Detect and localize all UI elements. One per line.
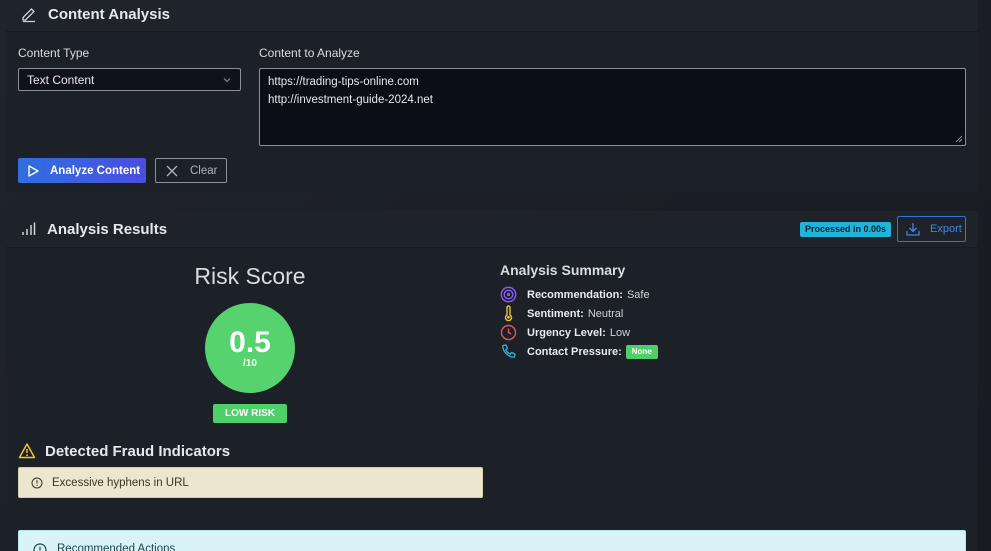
- edit-pencil-icon: [20, 6, 38, 24]
- analysis-results-title: Analysis Results: [47, 220, 168, 238]
- analyze-content-label: Analyze Content: [50, 164, 141, 177]
- close-icon: [165, 164, 179, 178]
- risk-score-circle: 0.5 /10: [205, 303, 295, 393]
- summary-sentiment: Sentiment: Neutral: [500, 305, 623, 322]
- contact-pressure-label: Contact Pressure:: [527, 345, 622, 358]
- fraud-indicators-title: Detected Fraud Indicators: [18, 442, 230, 460]
- clock-icon: [500, 324, 517, 341]
- clear-button[interactable]: Clear: [155, 158, 227, 183]
- analysis-results-card: Analysis Results Processed in 0.00s Expo…: [6, 211, 978, 551]
- export-label: Export: [930, 223, 962, 235]
- target-icon: [500, 286, 517, 303]
- contact-pressure-badge: None: [625, 344, 658, 359]
- phone-icon: [500, 343, 517, 360]
- risk-score-value: 0.5: [229, 325, 271, 359]
- risk-score-max: /10: [243, 357, 257, 369]
- urgency-label: Urgency Level:: [527, 326, 606, 339]
- download-icon: [905, 221, 921, 237]
- summary-urgency: Urgency Level: Low: [500, 324, 630, 341]
- sentiment-value: Neutral: [587, 307, 624, 320]
- content-textarea[interactable]: https://trading-tips-online.com http://i…: [259, 68, 966, 146]
- recommendation-value: Safe: [626, 288, 650, 301]
- recommended-actions-title: Recommended Actions: [57, 543, 176, 551]
- sentiment-label: Sentiment:: [527, 307, 584, 320]
- chevron-down-icon: [222, 75, 232, 85]
- thermometer-icon: [500, 305, 517, 322]
- content-line: http://investment-guide-2024.net: [268, 94, 433, 106]
- content-analysis-title: Content Analysis: [48, 6, 170, 23]
- bar-chart-icon: [20, 221, 36, 237]
- processed-time-badge: Processed in 0.00s: [800, 222, 892, 237]
- content-analysis-card: Content Analysis Content Type Text Conte…: [6, 0, 978, 192]
- clear-label: Clear: [190, 164, 218, 177]
- fraud-indicator-item: Excessive hyphens in URL: [18, 467, 483, 498]
- content-to-analyze-label: Content to Analyze: [259, 46, 360, 60]
- recommendation-label: Recommendation:: [527, 288, 623, 301]
- recommended-actions-box: Recommended Actions: [18, 530, 966, 551]
- play-icon: [26, 164, 40, 178]
- fraud-indicator-text: Excessive hyphens in URL: [52, 476, 189, 489]
- warning-icon: [18, 442, 36, 460]
- fraud-indicators-label: Detected Fraud Indicators: [45, 442, 231, 460]
- content-analysis-header: Content Analysis: [6, 0, 978, 32]
- content-type-value: Text Content: [27, 73, 95, 87]
- risk-level-badge: LOW RISK: [213, 404, 287, 423]
- content-type-select[interactable]: Text Content: [18, 68, 241, 91]
- analyze-content-button[interactable]: Analyze Content: [18, 158, 146, 183]
- urgency-value: Low: [609, 326, 631, 339]
- risk-score-title: Risk Score: [194, 263, 306, 289]
- content-type-label: Content Type: [18, 46, 90, 60]
- export-button[interactable]: Export: [897, 216, 966, 242]
- resize-handle-icon[interactable]: [955, 135, 963, 143]
- analysis-summary-title: Analysis Summary: [500, 262, 626, 278]
- info-circle-icon: [31, 477, 43, 489]
- content-line: https://trading-tips-online.com: [268, 76, 419, 88]
- summary-recommendation: Recommendation: Safe: [500, 286, 650, 303]
- summary-contact-pressure: Contact Pressure: None: [500, 343, 658, 360]
- info-circle-icon: [33, 543, 47, 551]
